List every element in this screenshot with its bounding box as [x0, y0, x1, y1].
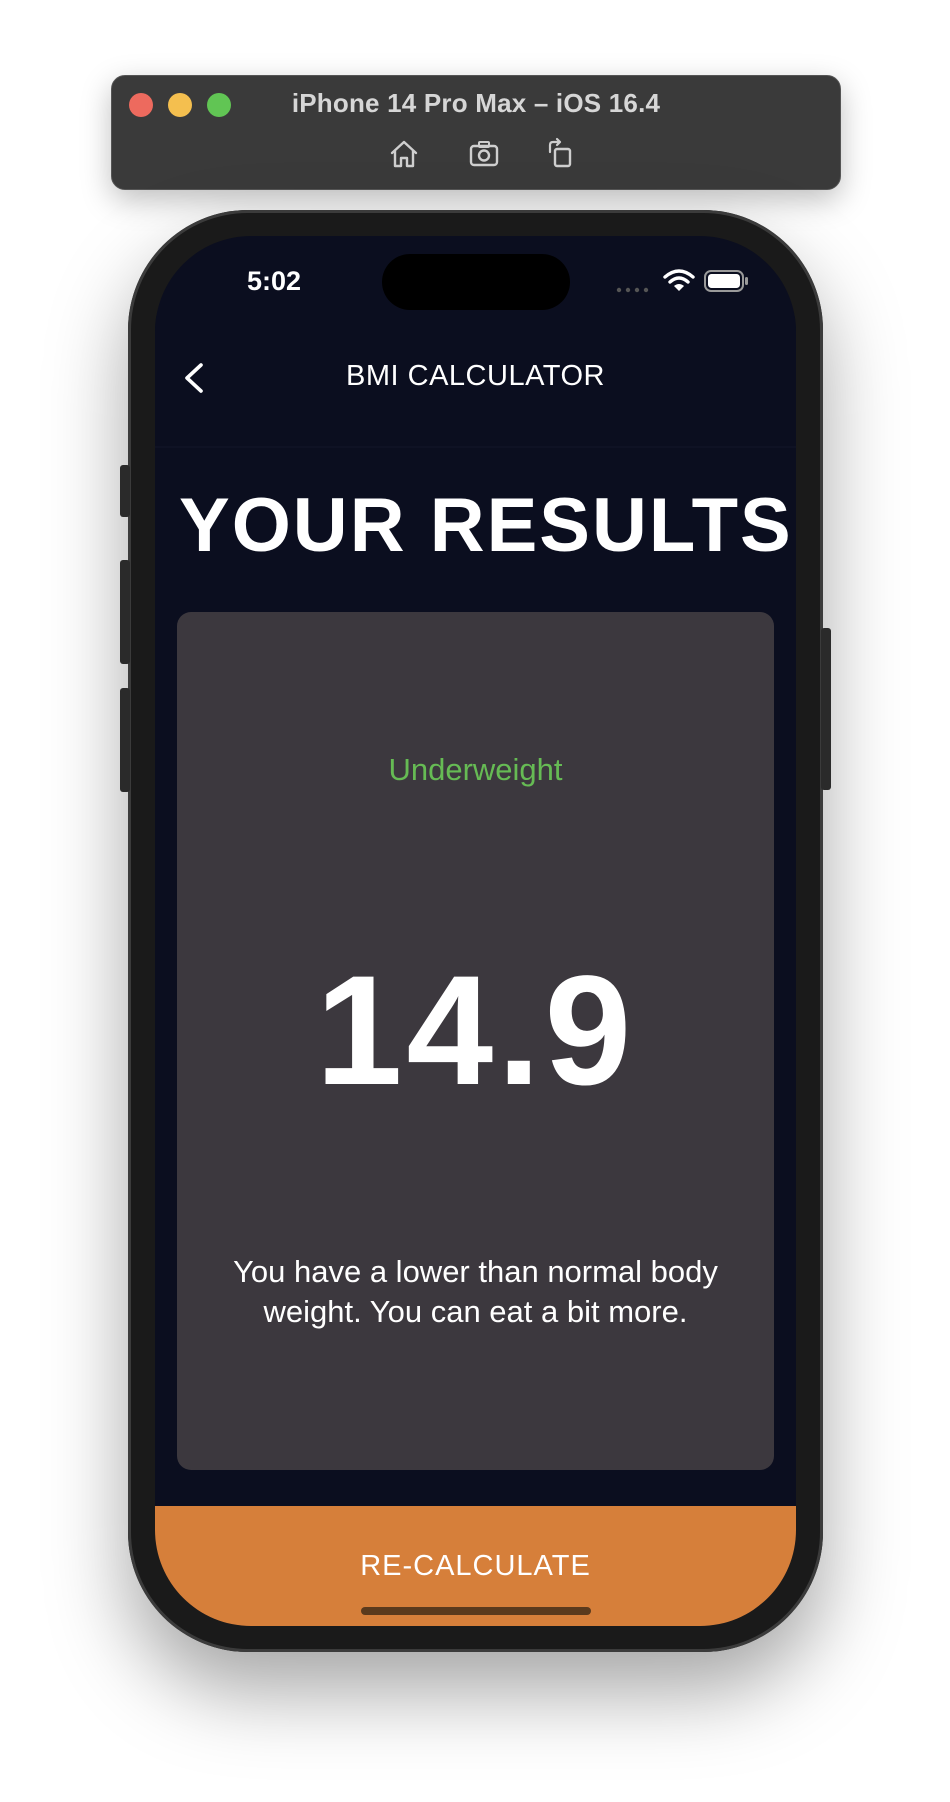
volume-up-button[interactable] — [120, 560, 130, 664]
simulator-title: iPhone 14 Pro Max – iOS 16.4 — [291, 88, 661, 118]
bmi-category-label: Underweight — [388, 752, 563, 787]
status-time: 5:02 — [247, 266, 302, 296]
screenshot-icon[interactable] — [464, 134, 504, 174]
bmi-interpretation: You have a lower than normal body weight… — [233, 1254, 718, 1329]
result-card: Underweight 14.9 You have a lower than n… — [177, 612, 774, 1470]
home-icon[interactable] — [384, 134, 424, 174]
power-button[interactable] — [821, 628, 831, 790]
dynamic-island — [382, 254, 570, 310]
action-button[interactable] — [120, 465, 130, 517]
navigation-bar: BMI CALCULATOR — [155, 316, 796, 448]
nav-title: BMI CALCULATOR — [346, 360, 605, 392]
cellular-icon — [616, 280, 652, 293]
phone-screen: 5:02 BMI CALCULATOR YOUR RESULTS Underwe… — [155, 236, 796, 1626]
bmi-value: 14.9 — [315, 944, 636, 1118]
home-indicator[interactable] — [361, 1607, 591, 1615]
recalculate-button-label: RE-CALCULATE — [360, 1550, 591, 1582]
wifi-icon — [662, 268, 696, 294]
page-title: YOUR RESULTS — [179, 483, 793, 568]
rotate-icon[interactable] — [540, 134, 580, 174]
battery-icon — [704, 269, 750, 293]
simulator-toolbar: iPhone 14 Pro Max – iOS 16.4 — [111, 75, 841, 190]
volume-down-button[interactable] — [120, 688, 130, 792]
